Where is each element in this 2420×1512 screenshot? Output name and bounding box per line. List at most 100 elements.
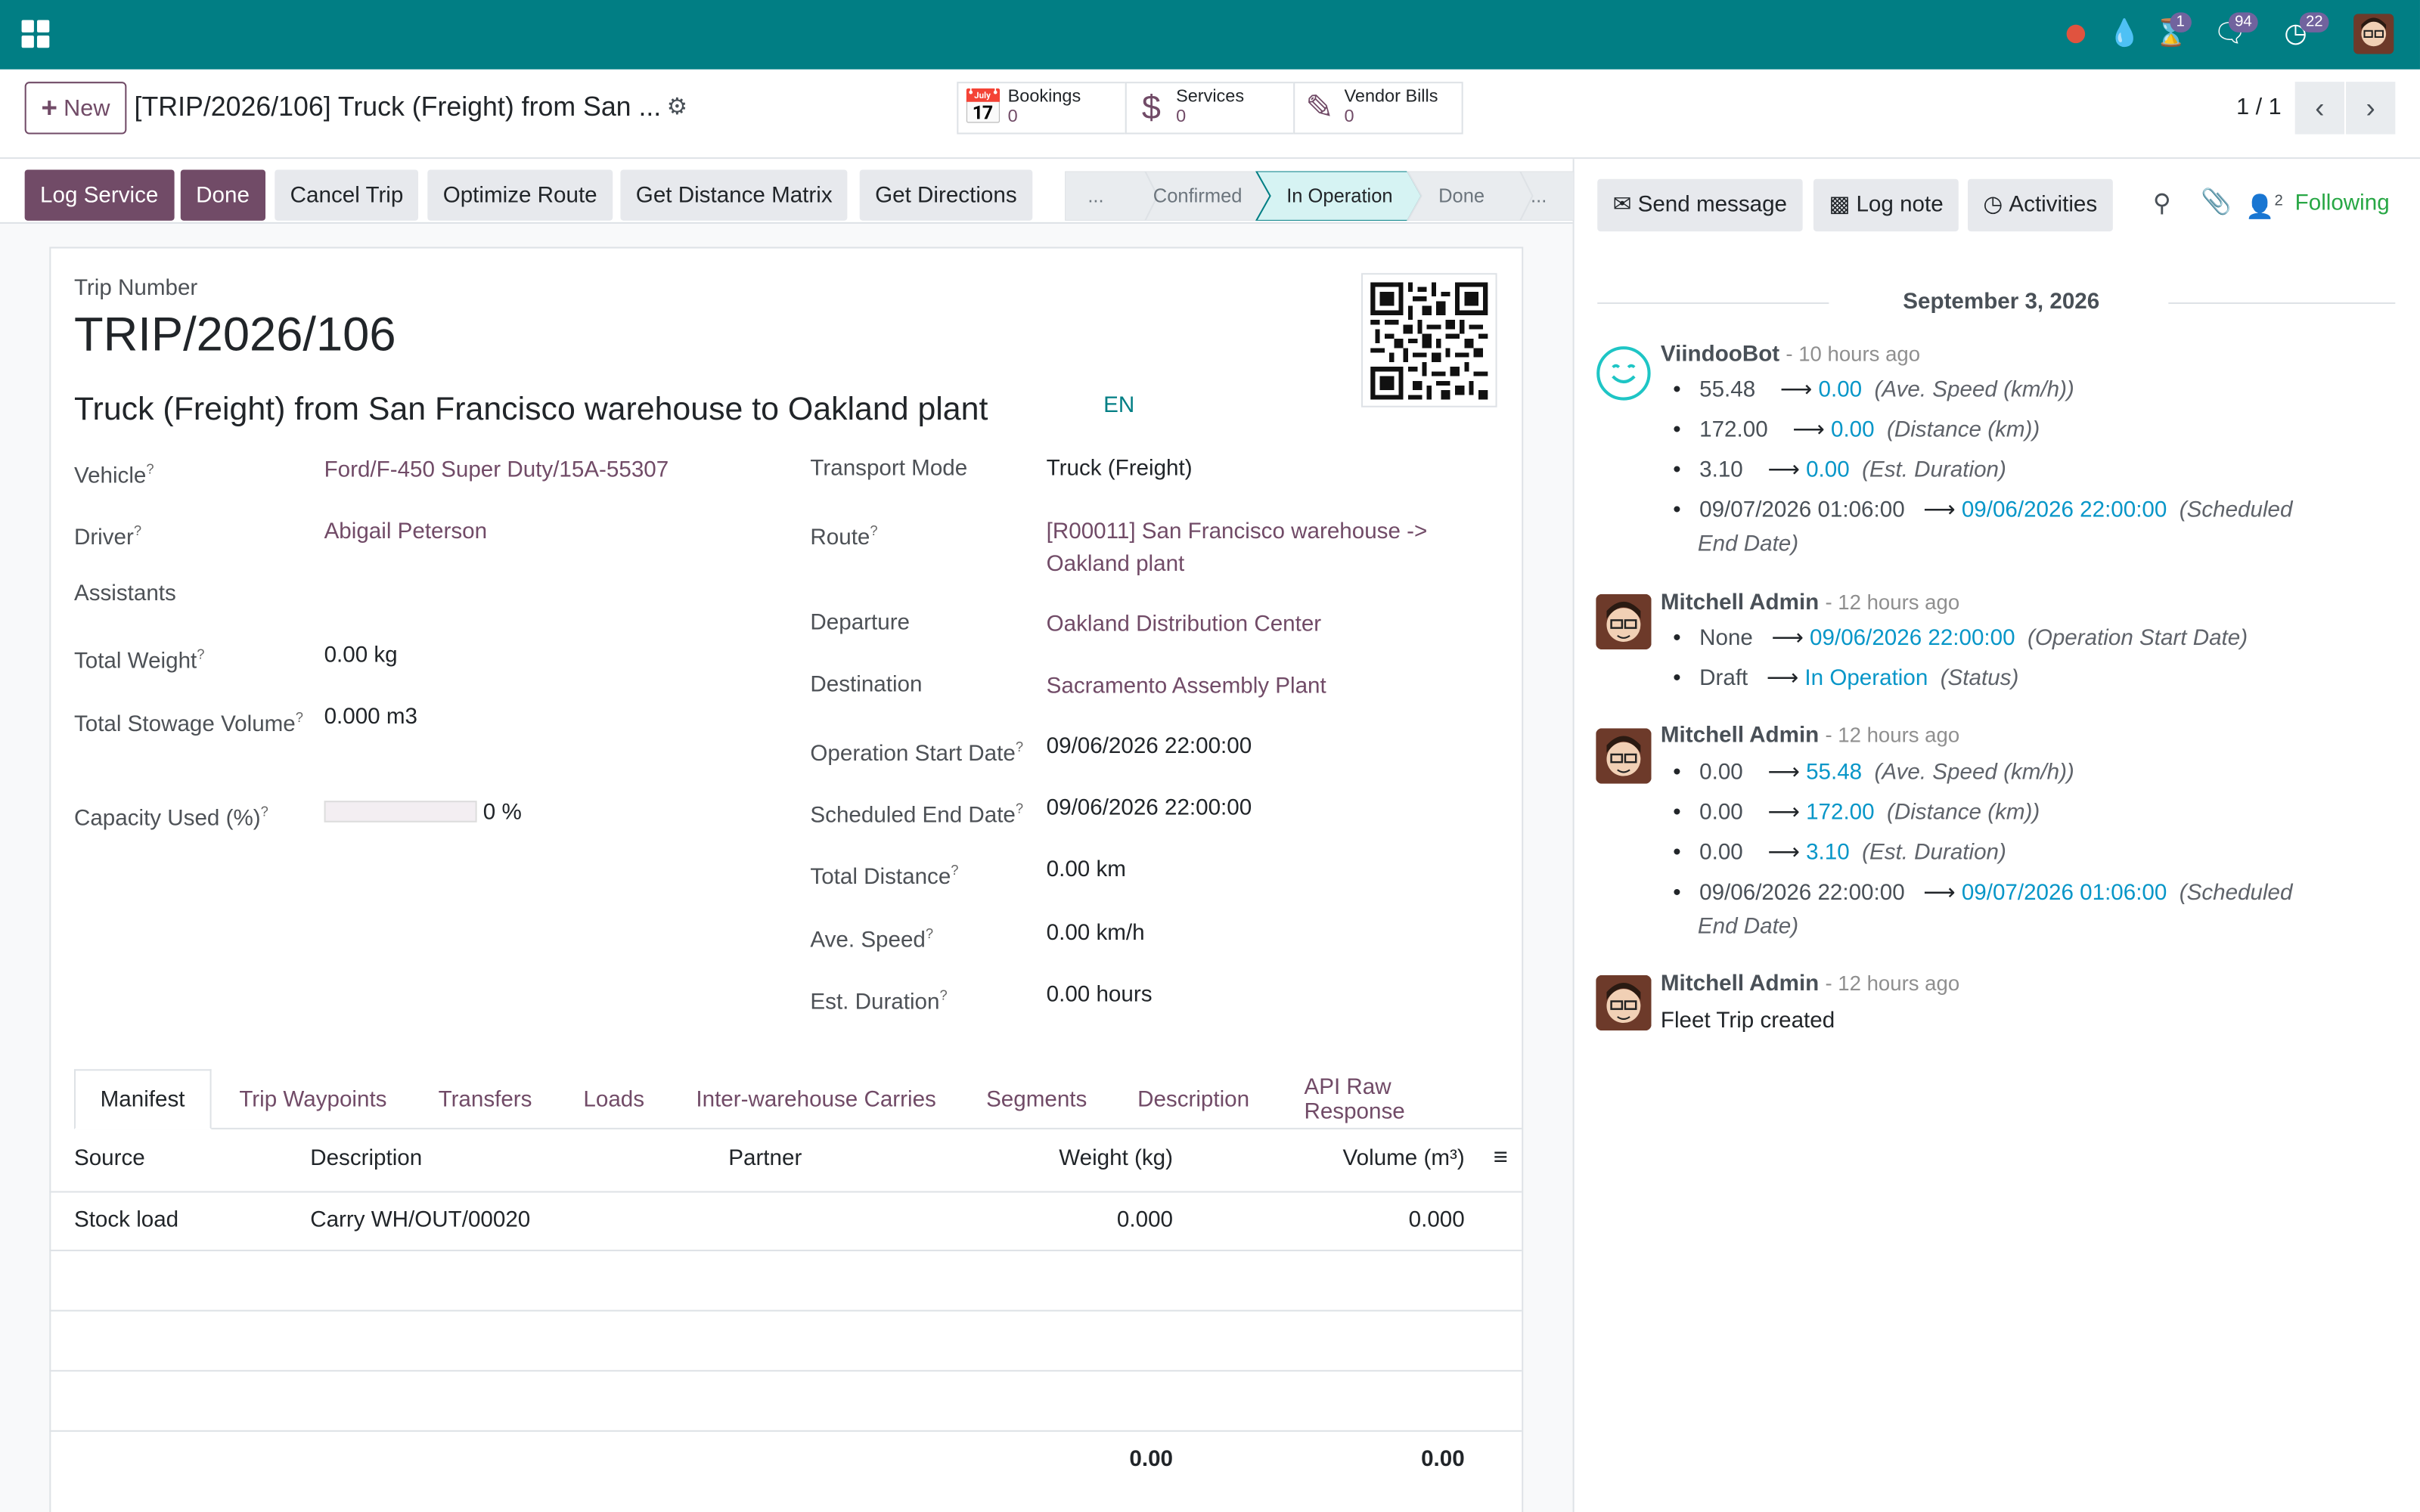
- get-directions-button[interactable]: Get Directions: [859, 169, 1033, 221]
- recording-indicator-icon[interactable]: [2066, 24, 2086, 44]
- route-field[interactable]: [R00011] San Francisco warehouse -> Oakla…: [1047, 517, 1428, 582]
- est-duration-label: Est. Duration?: [810, 987, 948, 1015]
- get-distance-matrix-button[interactable]: Get Distance Matrix: [620, 169, 849, 221]
- optional-columns-icon[interactable]: ≡: [1494, 1145, 1508, 1173]
- vendor-bills-count: 0: [1344, 107, 1354, 127]
- bot-avatar[interactable]: [1596, 345, 1651, 401]
- droplet-icon[interactable]: 💧: [2108, 18, 2141, 49]
- tab-trip-waypoints[interactable]: Trip Waypoints: [215, 1069, 411, 1129]
- tab-segments[interactable]: Segments: [961, 1069, 1112, 1129]
- empty-row: [49, 1371, 1522, 1432]
- clock-icon[interactable]: ◷ 22: [2284, 12, 2329, 49]
- search-icon[interactable]: ⚲: [2153, 190, 2171, 221]
- message-4-body: Fleet Trip created: [1660, 1009, 1835, 1034]
- driver-field[interactable]: Abigail Peterson: [324, 517, 487, 550]
- column-description[interactable]: Description: [310, 1146, 422, 1171]
- message-2-header: Mitchell Admin - 12 hours ago: [1661, 591, 1959, 616]
- clock-badge: 22: [2299, 12, 2329, 33]
- pager-next-button[interactable]: ›: [2346, 82, 2396, 135]
- column-weight[interactable]: Weight (kg): [1059, 1146, 1173, 1171]
- mitchell-avatar[interactable]: [1596, 593, 1652, 650]
- scheduled-end-date-field[interactable]: 09/06/2026 22:00:00: [1047, 793, 1252, 826]
- tab-loads[interactable]: Loads: [559, 1069, 669, 1129]
- row-weight: 0.000: [1116, 1207, 1174, 1233]
- route-line-1: [R00011] San Francisco warehouse ->: [1046, 519, 1428, 545]
- assistants-field[interactable]: [324, 578, 756, 611]
- apps-menu-icon[interactable]: [21, 20, 50, 48]
- user-avatar[interactable]: [2353, 14, 2394, 54]
- done-button[interactable]: Done: [180, 169, 265, 221]
- message-1-change-4: • 09/07/2026 01:06:00 ⟶ 09/06/2026 22:00:…: [1673, 498, 2293, 523]
- pager-value[interactable]: 1 / 1: [2236, 94, 2282, 120]
- message-1-change-4-cont: End Date): [1697, 532, 1799, 557]
- pager-previous-button[interactable]: ‹: [2294, 82, 2344, 135]
- vehicle-label: Vehicle?: [73, 461, 154, 489]
- top-navbar: 💧 ⌛ 1 🗨 94 ◷ 22: [0, 0, 2420, 70]
- stage-more-right[interactable]: ...: [1516, 172, 1562, 221]
- total-weight-value: 0.00 kg: [324, 643, 398, 668]
- column-source[interactable]: Source: [74, 1146, 145, 1171]
- edit-icon: ✎: [1305, 88, 1334, 127]
- vendor-bills-smart-button[interactable]: ✎ Vendor Bills 0: [1293, 82, 1463, 135]
- ave-speed-label: Ave. Speed?: [810, 925, 934, 953]
- new-button[interactable]: + New: [24, 82, 127, 135]
- chevron-left-icon: ‹: [2315, 91, 2325, 123]
- log-note-button[interactable]: ▩ Log note: [1813, 178, 1959, 232]
- optimize-route-button[interactable]: Optimize Route: [427, 169, 613, 221]
- column-volume[interactable]: Volume (m³): [1343, 1146, 1465, 1171]
- notebook-tabs: Manifest Trip Waypoints Transfers Loads …: [73, 1069, 1522, 1129]
- message-3-header: Mitchell Admin - 12 hours ago: [1661, 723, 1959, 748]
- destination-field[interactable]: Sacramento Assembly Plant: [1047, 671, 1326, 704]
- gear-icon[interactable]: ⚙: [667, 92, 687, 120]
- trip-name-field[interactable]: Truck (Freight) from San Francisco wareh…: [74, 390, 988, 430]
- message-2-author: Mitchell Admin: [1660, 590, 1820, 616]
- log-service-button[interactable]: Log Service: [24, 169, 174, 221]
- activities-button[interactable]: ◷ Activities: [1968, 178, 2113, 232]
- empty-row: [49, 1312, 1522, 1372]
- messages-badge: 94: [2228, 12, 2258, 33]
- trip-number: TRIP/2026/106: [73, 307, 396, 361]
- total-stowage-volume-value: 0.000 m3: [324, 705, 417, 730]
- cancel-trip-button[interactable]: Cancel Trip: [275, 169, 419, 221]
- tab-transfers[interactable]: Transfers: [414, 1069, 557, 1129]
- row-volume: 0.000: [1408, 1207, 1465, 1233]
- stage-in-operation[interactable]: In Operation: [1269, 172, 1411, 221]
- message-2-time: - 12 hours ago: [1825, 590, 1960, 615]
- capacity-used-value: 0 %: [482, 801, 522, 826]
- mitchell-avatar[interactable]: [1596, 974, 1652, 1031]
- mitchell-avatar[interactable]: [1596, 728, 1652, 784]
- operation-start-date-label: Operation Start Date?: [810, 739, 1024, 767]
- messages-icon[interactable]: 🗨 94: [2214, 12, 2258, 49]
- services-smart-button[interactable]: $ Services 0: [1125, 82, 1295, 135]
- departure-field[interactable]: Oakland Distribution Center: [1047, 609, 1322, 642]
- stage-more-left[interactable]: ...: [1065, 172, 1127, 221]
- activities-icon[interactable]: ⌛ 1: [2155, 12, 2192, 49]
- table-row[interactable]: Stock load Carry WH/OUT/00020 0.000 0.00…: [49, 1193, 1522, 1252]
- stage-confirmed[interactable]: Confirmed: [1142, 172, 1253, 221]
- row-source: Stock load: [73, 1207, 179, 1233]
- following-button[interactable]: Following: [2295, 191, 2390, 216]
- followers-count: 2: [2274, 193, 2283, 210]
- language-button[interactable]: EN: [1103, 390, 1134, 423]
- tab-manifest[interactable]: Manifest: [73, 1069, 212, 1129]
- transport-mode-value[interactable]: Truck (Freight): [1047, 454, 1193, 486]
- vehicle-field[interactable]: Ford/F-450 Super Duty/15A-55307: [324, 455, 669, 488]
- tab-description[interactable]: Description: [1112, 1069, 1274, 1129]
- departure-label: Departure: [810, 611, 911, 636]
- tab-inter-warehouse-carries[interactable]: Inter-warehouse Carries: [672, 1069, 961, 1129]
- paperclip-icon[interactable]: 📎: [2201, 188, 2232, 219]
- message-3-time: - 12 hours ago: [1825, 723, 1960, 747]
- message-3-change-4-cont: End Date): [1697, 915, 1799, 940]
- message-1-change-2: • 172.00 ⟶ 0.00 (Distance (km)): [1673, 418, 2040, 443]
- bookings-smart-button[interactable]: 📅 Bookings 0: [957, 82, 1127, 135]
- send-message-button[interactable]: ✉ Send message: [1597, 178, 1803, 232]
- stage-done[interactable]: Done: [1423, 172, 1500, 221]
- followers-icon[interactable]: 👤2: [2245, 187, 2282, 224]
- operation-start-date-field[interactable]: 09/06/2026 22:00:00: [1047, 731, 1252, 764]
- destination-label: Destination: [810, 672, 923, 698]
- total-weight-label: Total Weight?: [73, 646, 205, 674]
- column-partner[interactable]: Partner: [728, 1146, 802, 1171]
- tab-api-raw-response[interactable]: API Raw Response: [1280, 1069, 1522, 1129]
- plus-icon: +: [41, 91, 58, 123]
- row-description: Carry WH/OUT/00020: [310, 1207, 531, 1233]
